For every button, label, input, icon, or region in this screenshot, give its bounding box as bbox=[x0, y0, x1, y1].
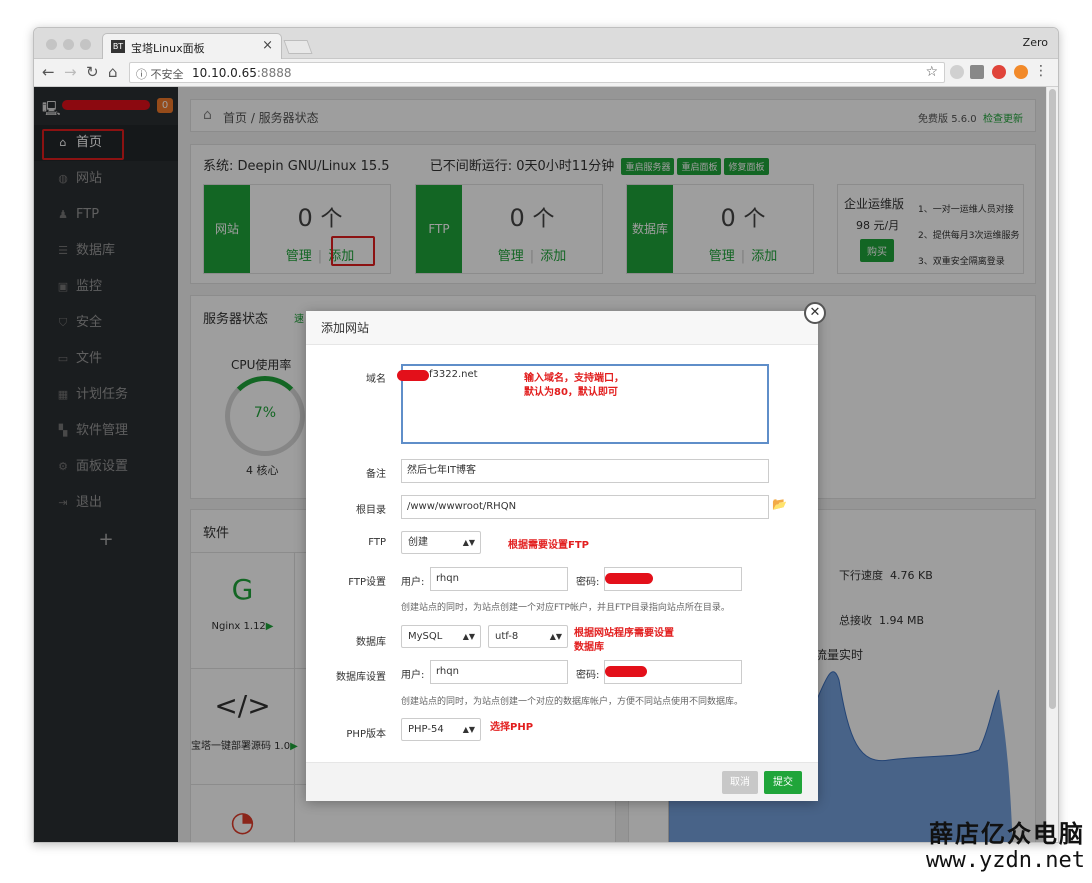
ftp-select[interactable]: 创建 ▲▼ bbox=[401, 531, 481, 554]
tab-title: 宝塔Linux面板 bbox=[131, 42, 205, 55]
address-bar-row: ← → ↻ ⌂ ⓘ 不安全 10.10.0.65:8888 ☆ ⋮ bbox=[34, 59, 1058, 87]
extension-icon[interactable] bbox=[1014, 65, 1028, 79]
dialog-title: 添加网站 bbox=[306, 311, 818, 345]
annotation-domain: 输入域名，支持端口， 默认为80，默认即可 bbox=[524, 373, 624, 398]
bookmark-star-icon[interactable]: ☆ bbox=[925, 64, 938, 80]
note-input[interactable]: 然后七年IT博客 bbox=[401, 459, 769, 483]
database-select[interactable]: MySQL ▲▼ bbox=[401, 625, 481, 648]
url-text: 10.10.0.65:8888 bbox=[192, 66, 292, 80]
annotation-php: 选择PHP bbox=[490, 722, 534, 733]
annotation-database: 根据网站程序需要设置 数据库 bbox=[574, 628, 674, 653]
adblock-icon[interactable] bbox=[992, 65, 1006, 79]
tab-bar: BT 宝塔Linux面板 × Zero bbox=[34, 28, 1058, 59]
forward-icon[interactable]: → bbox=[64, 63, 77, 81]
window-controls[interactable] bbox=[46, 39, 97, 53]
add-website-dialog: 添加网站 域名 f3322.net 输入域名，支持端口， 默认为80，默认即可 … bbox=[306, 311, 818, 801]
redaction bbox=[397, 370, 429, 381]
browser-window: BT 宝塔Linux面板 × Zero ← → ↻ ⌂ ⓘ 不安全 10.10.… bbox=[33, 27, 1059, 843]
ftp-user-input[interactable]: rhqn bbox=[430, 567, 568, 591]
reload-icon[interactable]: ↻ bbox=[86, 63, 99, 81]
url-field[interactable]: ⓘ 不安全 10.10.0.65:8888 ☆ bbox=[129, 62, 945, 83]
profile-name[interactable]: Zero bbox=[1023, 36, 1048, 49]
db-password-input[interactable] bbox=[604, 660, 742, 684]
close-tab-icon[interactable]: × bbox=[262, 38, 273, 53]
new-tab-button[interactable] bbox=[283, 40, 313, 54]
home-page-icon[interactable]: ⌂ bbox=[108, 63, 118, 81]
submit-button[interactable]: 提交 bbox=[764, 771, 802, 794]
folder-icon[interactable]: 📂 bbox=[772, 497, 787, 511]
dialog-footer: 取消 提交 bbox=[306, 762, 818, 801]
security-label[interactable]: ⓘ 不安全 bbox=[136, 66, 184, 82]
db-user-input[interactable]: rhqn bbox=[430, 660, 568, 684]
watermark: 薛店亿众电脑 www.yzdn.net bbox=[926, 819, 1085, 874]
php-version-select[interactable]: PHP-54 ▲▼ bbox=[401, 718, 481, 741]
charset-select[interactable]: utf-8 ▲▼ bbox=[488, 625, 568, 648]
ftp-password-input[interactable] bbox=[604, 567, 742, 591]
close-dialog-icon[interactable]: ✕ bbox=[804, 302, 826, 324]
bt-panel-app: 🖳 0 ⌂ 首页 ◍ 网站 ♟ FTP ☰ 数据库 ▣ 监控 ⛉ 安全 ▭ 文件 ▦ 计划任务 … bbox=[34, 87, 1047, 842]
annotation-ftp: 根据需要设置FTP bbox=[508, 540, 589, 551]
browser-menu-icon[interactable]: ⋮ bbox=[1034, 63, 1048, 79]
browser-tab[interactable]: BT 宝塔Linux面板 × bbox=[102, 33, 282, 59]
cancel-button[interactable]: 取消 bbox=[722, 771, 758, 794]
back-icon[interactable]: ← bbox=[42, 63, 55, 81]
extension-icon[interactable] bbox=[970, 65, 984, 79]
favicon-icon: BT bbox=[111, 40, 125, 53]
extension-icon[interactable] bbox=[950, 65, 964, 79]
root-dir-input[interactable]: /www/wwwroot/RHQN bbox=[401, 495, 769, 519]
page-scrollbar[interactable] bbox=[1046, 87, 1058, 842]
